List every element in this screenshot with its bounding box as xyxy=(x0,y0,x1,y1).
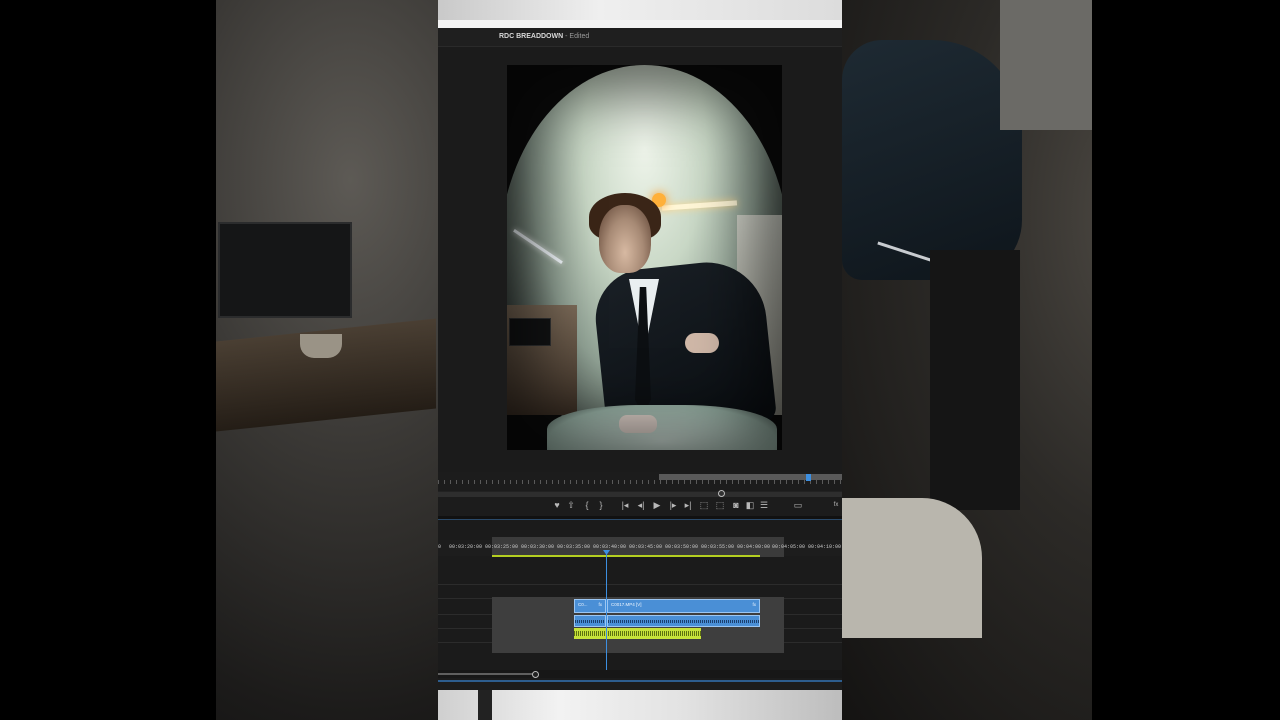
video-clip[interactable]: C0... fx xyxy=(574,599,606,613)
scene-monitor xyxy=(509,318,551,346)
program-monitor xyxy=(438,47,842,472)
monitor-scrub-area: ♥ ⇧ { } |◂ ◂| ▶ |▸ ▸| ⬚ ⬚ ◙ ◧ ☰ ▭ fx xyxy=(438,472,842,516)
timecode-label: 00:03:20:00 xyxy=(449,544,483,550)
background-shelf xyxy=(1000,0,1092,130)
export-frame-out-button[interactable]: ⇧ xyxy=(565,499,577,511)
background-chair xyxy=(930,250,1020,510)
timeline-tracks: C0... fx C0017.MP4 [V] fx xyxy=(438,557,842,657)
background-monitor xyxy=(218,222,352,318)
timecode-label: 00:04:00:00 xyxy=(737,544,771,550)
mark-out-button[interactable]: } xyxy=(595,499,607,511)
timeline-scroll-thumb[interactable] xyxy=(438,673,535,675)
clip-fx-badge: fx xyxy=(752,602,756,607)
video-preview[interactable] xyxy=(507,65,782,450)
scene-person-hand-on-table xyxy=(619,415,657,433)
timecode-label: 0 xyxy=(438,544,442,550)
panel-focus-border xyxy=(438,680,842,682)
timeline-panel: 0 00:03:20:00 00:03:25:00 00:03:30:00 00… xyxy=(438,520,842,682)
clip-name: C0... xyxy=(578,602,588,607)
go-to-in-button[interactable]: |◂ xyxy=(619,499,631,511)
audio-waveform xyxy=(575,620,605,623)
monitor-playhead[interactable] xyxy=(806,474,811,481)
transport-controls: ♥ ⇧ { } |◂ ◂| ▶ |▸ ▸| ⬚ ⬚ ◙ ◧ ☰ ▭ fx xyxy=(438,498,842,514)
go-to-out-button[interactable]: ▸| xyxy=(682,499,694,511)
monitor-zoom-scrollbar[interactable] xyxy=(438,491,842,497)
project-name: RDC BREADDOWN xyxy=(499,33,564,40)
timecode-label: 00:03:55:00 xyxy=(701,544,735,550)
clip-fx-badge: fx xyxy=(598,602,602,607)
extract-button[interactable]: ⬚ xyxy=(714,499,726,511)
play-button[interactable]: ▶ xyxy=(651,499,663,511)
timecode-label: 00:04:10:00 xyxy=(808,544,842,550)
panel-header: RDC BREADDOWN - Edited xyxy=(438,28,842,47)
timecode-label: 00:03:50:00 xyxy=(665,544,699,550)
project-title[interactable]: RDC BREADDOWN - Edited xyxy=(499,33,589,40)
timeline-scrollbar[interactable] xyxy=(438,670,842,678)
top-photo-strip xyxy=(438,0,842,20)
timecode-label: 00:03:30:00 xyxy=(521,544,555,550)
audio-clip[interactable] xyxy=(607,615,760,627)
step-forward-button[interactable]: |▸ xyxy=(667,499,679,511)
bottom-photo-strip xyxy=(438,690,842,720)
clip-name: C0017.MP4 [V] xyxy=(611,602,642,607)
lift-button[interactable]: ⬚ xyxy=(698,499,710,511)
audio-waveform xyxy=(608,620,759,623)
timeline-scroll-handle[interactable] xyxy=(532,671,539,678)
video-clip[interactable]: C0017.MP4 [V] fx xyxy=(607,599,760,613)
scene-person-face xyxy=(599,205,651,273)
safe-margins-button[interactable]: ▭ xyxy=(792,499,804,511)
step-back-button[interactable]: ◂| xyxy=(635,499,647,511)
fx-toggle-button[interactable]: fx xyxy=(830,499,842,511)
editor-window: RDC BREADDOWN - Edited ♥ ⇧ {} |◂ ◂| ▶ |… xyxy=(438,0,842,720)
music-clip[interactable] xyxy=(574,628,701,639)
background-arm xyxy=(842,40,1022,280)
audio-clip[interactable] xyxy=(574,615,606,627)
scene-person-hand xyxy=(685,333,719,353)
button-editor-icon[interactable]: ☰ xyxy=(758,499,770,511)
comparison-view-button[interactable]: ◧ xyxy=(744,499,756,511)
monitor-zoom-handle[interactable] xyxy=(718,490,725,497)
add-marker-button[interactable]: ♥ xyxy=(551,499,563,511)
background-cup xyxy=(300,334,342,358)
background-table xyxy=(842,498,982,638)
timecode-label: 00:03:35:00 xyxy=(557,544,591,550)
timecode-label: 00:03:45:00 xyxy=(629,544,663,550)
audio-waveform xyxy=(574,631,701,636)
timeline-playhead[interactable] xyxy=(606,553,607,671)
timecode-label: 00:03:40:00 xyxy=(593,544,627,550)
monitor-work-area[interactable] xyxy=(659,474,842,480)
timecode-label: 00:03:25:00 xyxy=(485,544,519,550)
mark-in-button[interactable]: { xyxy=(581,499,593,511)
scene-table xyxy=(547,405,777,450)
bottom-photo-detail xyxy=(478,690,492,720)
export-frame-button[interactable]: ◙ xyxy=(730,499,742,511)
timecode-label: 00:04:05:00 xyxy=(772,544,806,550)
project-status: - Edited xyxy=(565,33,590,40)
top-border xyxy=(438,20,842,28)
background-left-blur xyxy=(0,0,438,720)
